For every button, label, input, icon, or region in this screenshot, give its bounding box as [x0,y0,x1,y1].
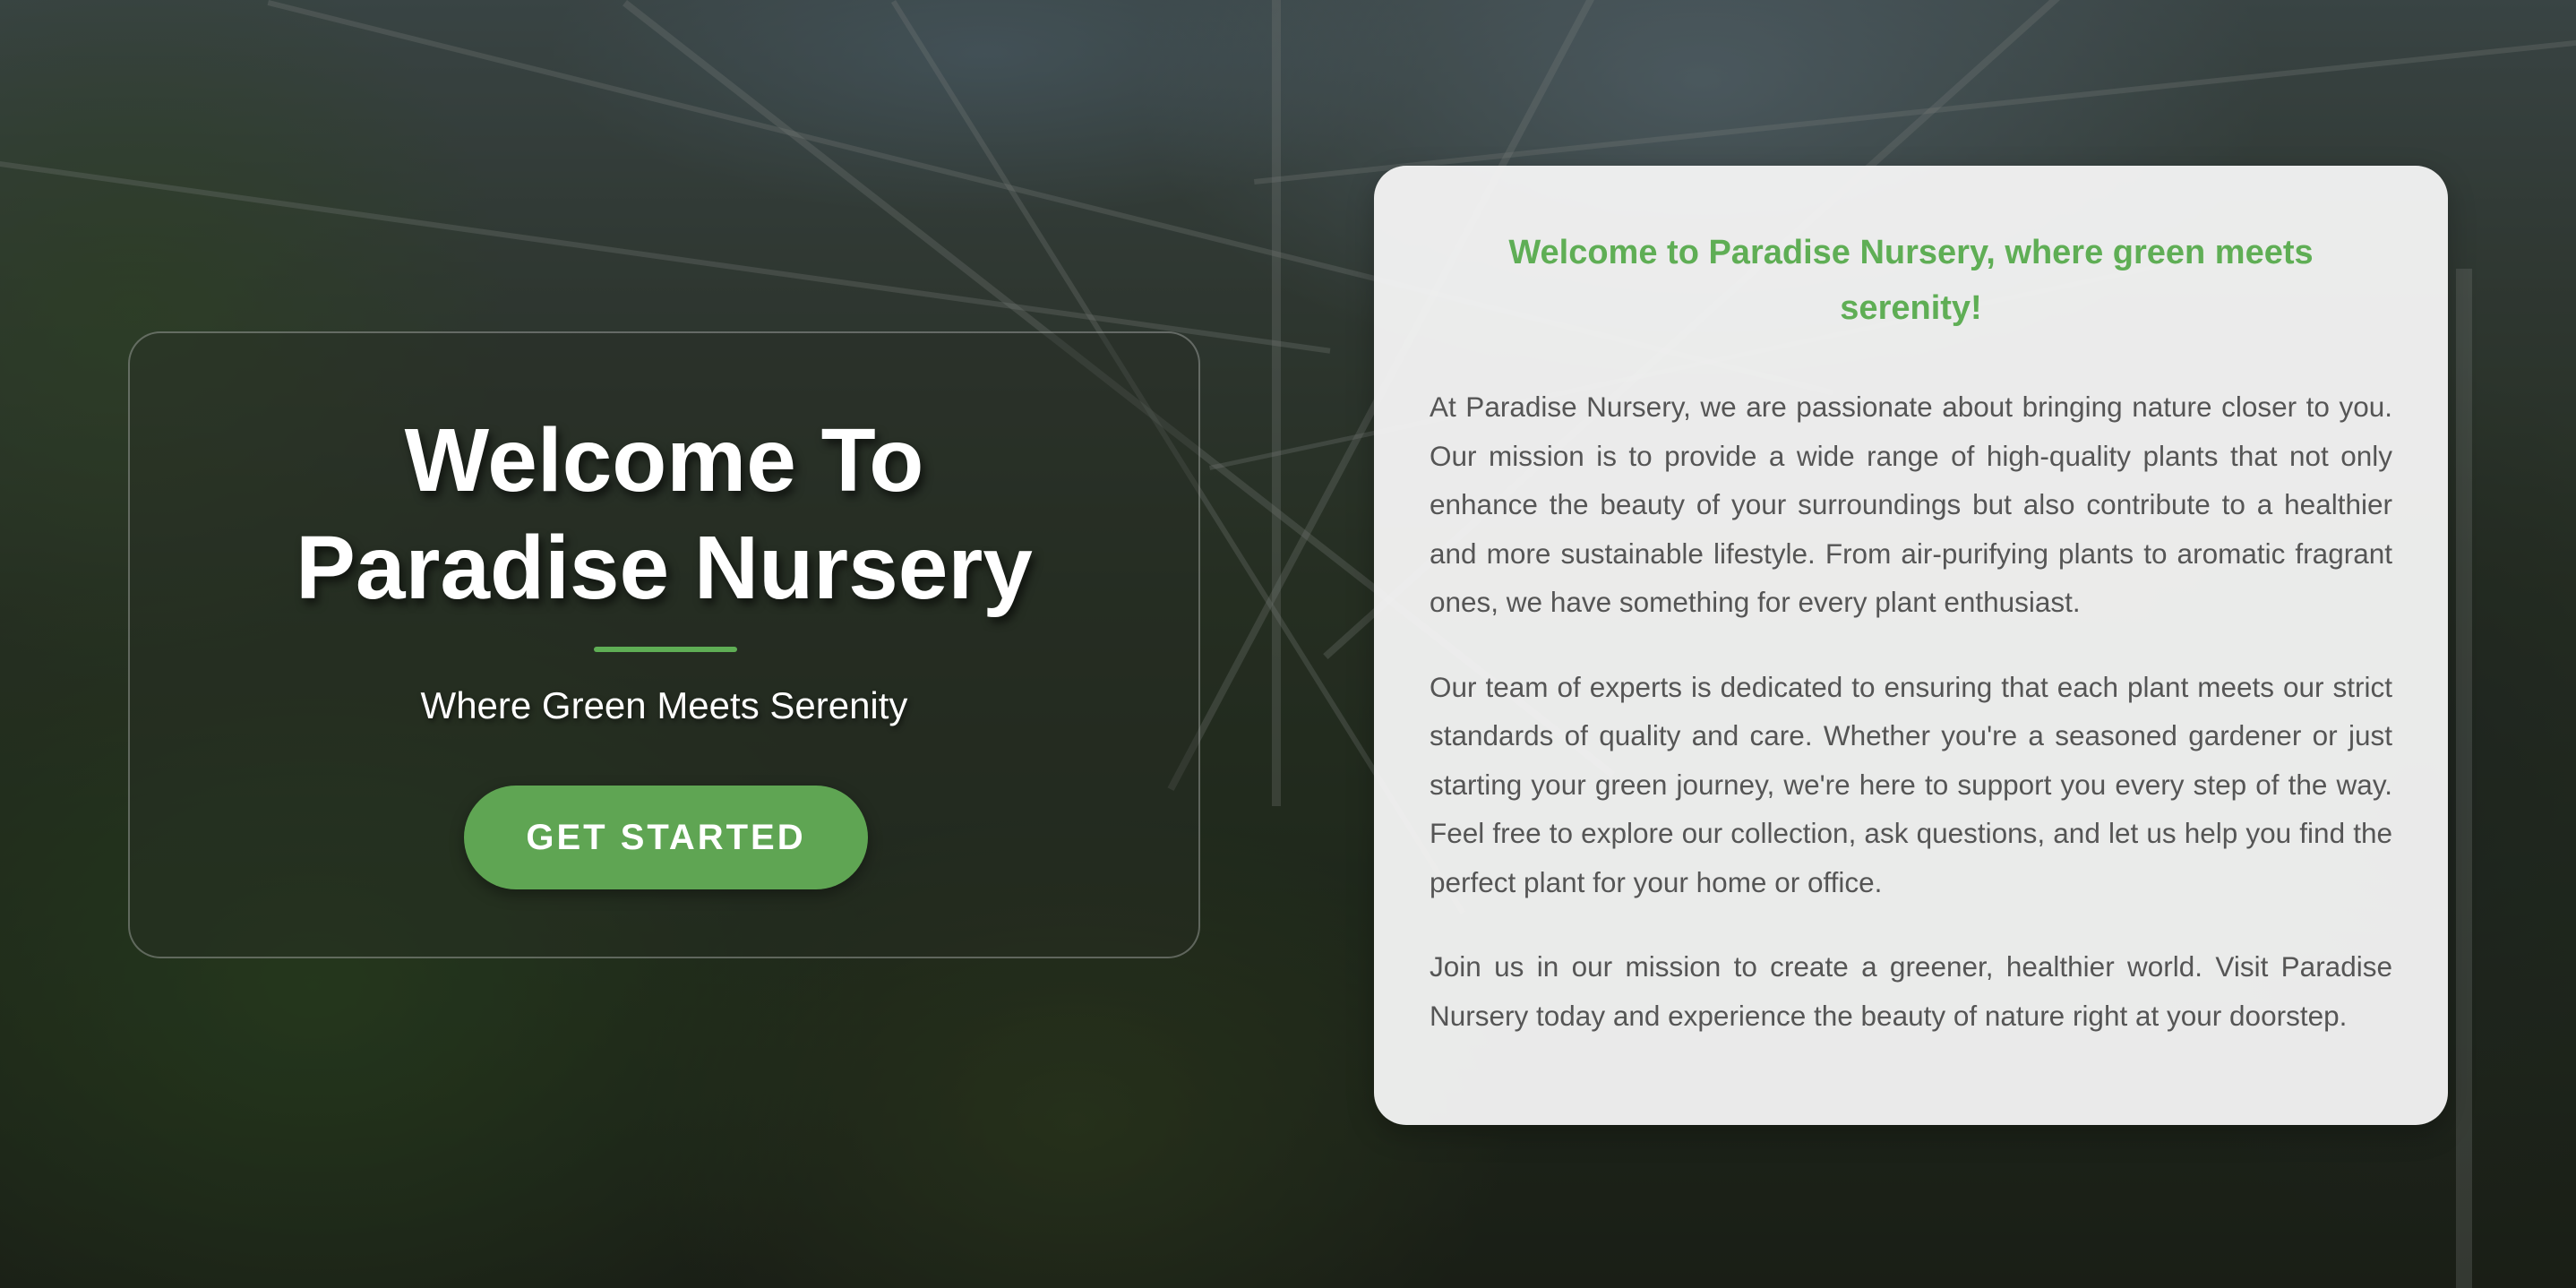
get-started-button[interactable]: GET STARTED [464,786,868,889]
hero-card: Welcome To Paradise Nursery Where Green … [128,331,1200,958]
about-heading: Welcome to Paradise Nursery, where green… [1508,234,2314,327]
hero-title: Welcome To Paradise Nursery [296,410,1033,618]
about-panel: Welcome to Paradise Nursery, where green… [1374,166,2448,1125]
hero-divider [594,647,737,652]
about-paragraph-invitation: Join us in our mission to create a green… [1430,950,2392,1032]
hero-subtitle: Where Green Meets Serenity [420,684,908,726]
about-paragraph-team: Our team of experts is dedicated to ensu… [1430,670,2392,898]
about-paragraph-mission: At Paradise Nursery, we are passionate a… [1430,391,2392,618]
